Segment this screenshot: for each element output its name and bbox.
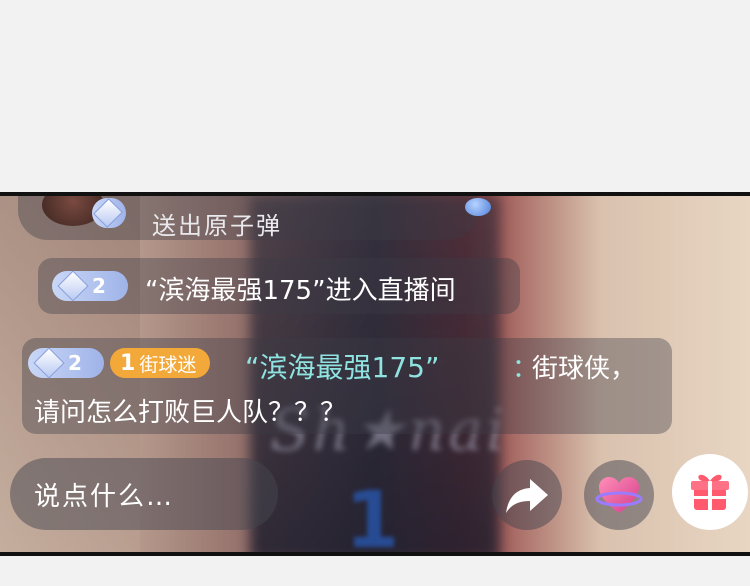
user-level-badge: 2: [28, 347, 104, 379]
enter-message-text: “滨海最强175”进入直播间: [145, 276, 456, 306]
chat-message-line1: 街球侠，: [532, 354, 637, 384]
user-level-number: 2: [68, 351, 82, 375]
comment-input[interactable]: 说点什么…: [10, 458, 278, 530]
live-stream-frame: Sh★nai 1 送出原子弹 2 “滨海最强175”进入直播间 2 1 街球迷 …: [0, 192, 750, 556]
diamond-icon: [93, 198, 123, 228]
share-button[interactable]: [492, 460, 562, 530]
gift-icon: [691, 474, 729, 510]
like-button[interactable]: [584, 460, 654, 530]
fan-badge-name: 街球迷: [139, 353, 197, 376]
gift-balloon-icon: [465, 198, 491, 216]
chat-username[interactable]: “滨海最强175”: [245, 346, 439, 386]
comment-input-placeholder: 说点什么…: [34, 481, 175, 512]
background-jersey-number: 1: [345, 476, 400, 556]
diamond-icon: [57, 270, 89, 302]
gift-message-text: 送出原子弹: [152, 212, 282, 240]
share-icon: [506, 479, 548, 513]
user-level-badge: 2: [52, 270, 128, 302]
chat-message-line2: 请问怎么打败巨人队？？？: [34, 398, 347, 428]
fan-badge-level: 1: [120, 350, 136, 376]
diamond-icon: [33, 347, 65, 379]
gift-button[interactable]: [672, 454, 748, 530]
level-badge: [92, 198, 126, 228]
heart-like-icon: [595, 477, 643, 513]
user-level-number: 2: [92, 274, 106, 298]
fan-club-badge[interactable]: 1 街球迷: [110, 348, 211, 378]
